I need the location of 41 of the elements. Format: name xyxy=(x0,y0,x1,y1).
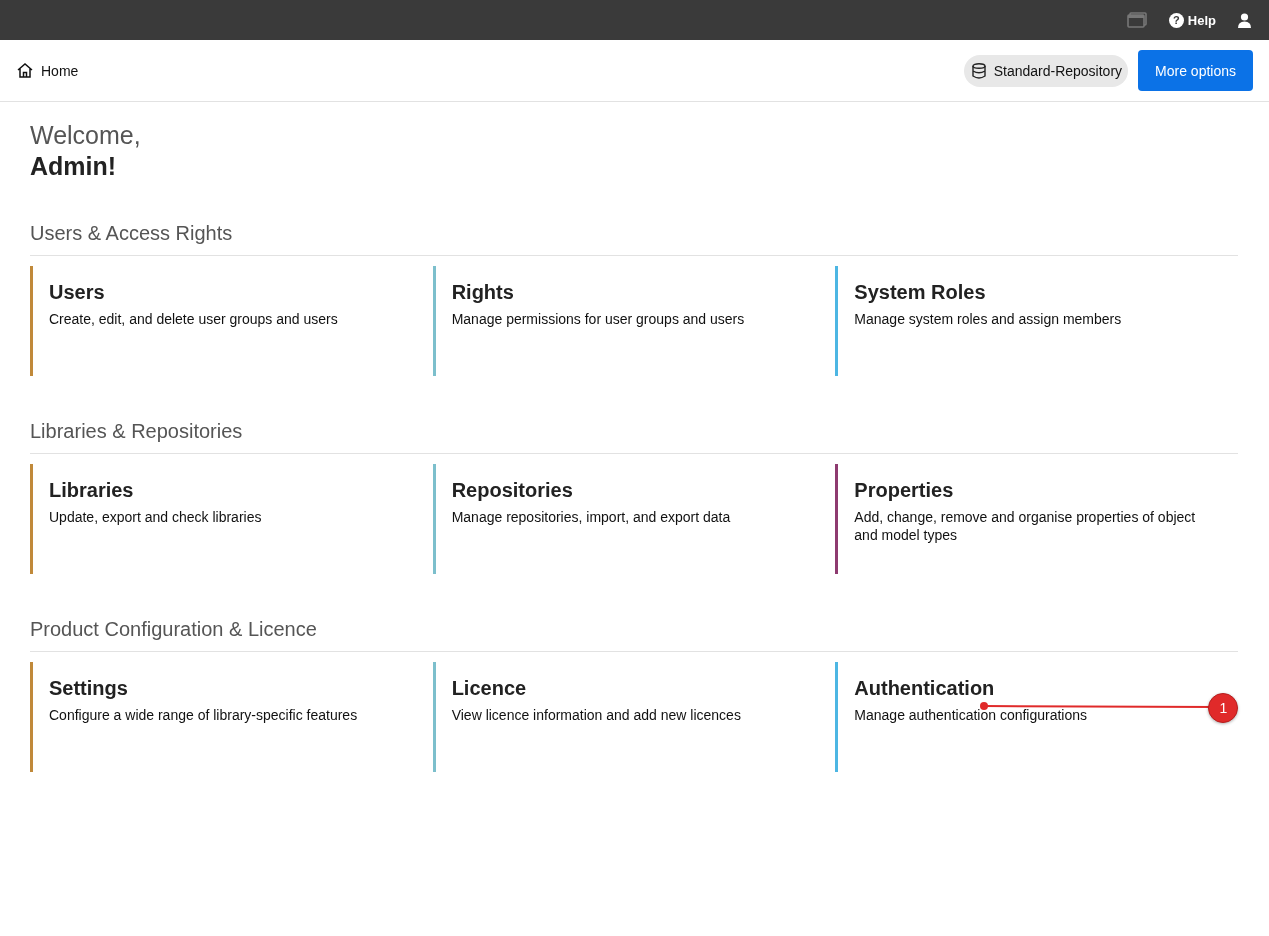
card-description: Update, export and check libraries xyxy=(49,508,263,526)
card-description: Manage system roles and assign members xyxy=(854,310,1123,328)
user-icon[interactable] xyxy=(1238,12,1251,28)
card-title: Users xyxy=(49,281,106,304)
help-link[interactable]: ? Help xyxy=(1168,12,1216,28)
section-title: Users & Access Rights xyxy=(30,222,1238,256)
section-title: Product Configuration & Licence xyxy=(30,618,1238,652)
admin-card[interactable]: Licence View licence information and add new licences xyxy=(432,662,829,772)
card-description: Add, change, remove and organise properties of object and model types xyxy=(854,508,1197,544)
admin-card[interactable]: Libraries Update, export and check libraries xyxy=(30,464,426,574)
admin-card[interactable]: Rights Manage permissions for user groups and users xyxy=(432,266,829,376)
admin-card[interactable]: Properties Add, change, remove and organise properties of object and model types xyxy=(835,464,1231,574)
card-title: Rights xyxy=(451,281,515,304)
card-title: Settings xyxy=(49,677,129,700)
admin-card[interactable]: System Roles Manage system roles and assign members xyxy=(835,266,1231,376)
card-title: Libraries xyxy=(49,479,135,502)
card-title: Repositories xyxy=(451,479,574,502)
card-description: Configure a wide range of library-specific features xyxy=(49,706,359,724)
admin-card[interactable]: Repositories Manage repositories, import, and export data xyxy=(432,464,829,574)
windows-icon[interactable] xyxy=(1126,12,1147,28)
home-link[interactable]: Home xyxy=(17,62,79,79)
repository-selector[interactable]: Standard-Repository xyxy=(963,54,1129,87)
card-description: Create, edit, and delete user groups and users xyxy=(49,310,339,328)
card-title: Licence xyxy=(451,677,528,700)
card-description: Manage permissions for user groups and users xyxy=(451,310,746,328)
card-title: System Roles xyxy=(854,281,987,304)
more-options-button[interactable]: More options xyxy=(1138,50,1253,91)
card-description: Manage authentication configurations xyxy=(854,706,1089,724)
help-icon: ? xyxy=(1168,12,1184,28)
home-icon xyxy=(17,63,33,78)
card-description: Manage repositories, import, and export data xyxy=(451,508,732,526)
callout-badge: 1 xyxy=(1208,693,1239,723)
admin-card[interactable]: Users Create, edit, and delete user groups and users xyxy=(30,266,426,376)
card-description: View licence information and add new licences xyxy=(451,706,742,724)
welcome-name: Admin! xyxy=(30,151,118,182)
card-title: Properties xyxy=(854,479,955,502)
card-title: Authentication xyxy=(854,677,996,700)
admin-card[interactable]: Settings Configure a wide range of library-specific features xyxy=(30,662,426,772)
section-title: Libraries & Repositories xyxy=(30,420,1238,454)
welcome-greeting: Welcome, xyxy=(30,120,142,150)
database-icon xyxy=(971,62,986,79)
